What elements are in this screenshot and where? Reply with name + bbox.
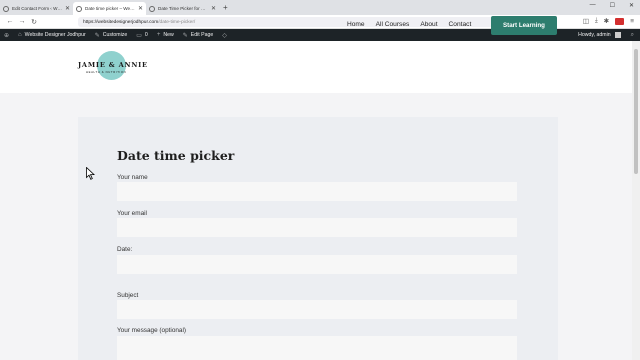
- browser-tab-strip: Edit Contact Form ‹ Website De ✕ Date ti…: [0, 0, 640, 15]
- tab-label: Date Time Picker for Contact F: [158, 6, 208, 11]
- tab-favicon-icon: [3, 5, 9, 12]
- extension-badge-icon[interactable]: [615, 17, 625, 25]
- maximize-icon[interactable]: ☐: [610, 2, 615, 9]
- browser-tab-3[interactable]: Date Time Picker for Contact F ✕: [146, 2, 219, 15]
- new-tab-button[interactable]: +: [223, 3, 228, 12]
- logo-name: JAMIE & ANNIE: [78, 61, 148, 69]
- close-window-icon[interactable]: ✕: [629, 2, 634, 9]
- reload-icon[interactable]: ↻: [28, 18, 40, 26]
- menu-item-about[interactable]: About: [420, 21, 437, 28]
- subject-label: Subject: [117, 292, 139, 299]
- admin-edit-page[interactable]: ✎ Edit Page: [183, 32, 214, 39]
- admin-customize[interactable]: ✎ Customize: [95, 32, 128, 39]
- menu-item-home[interactable]: Home: [347, 21, 365, 28]
- message-label: Your message (optional): [117, 327, 187, 334]
- admin-new[interactable]: + New: [157, 32, 174, 38]
- tab-favicon-icon: [76, 5, 82, 12]
- avatar: [614, 32, 621, 38]
- admin-comments[interactable]: ▭ 0: [136, 32, 148, 39]
- message-textarea[interactable]: [117, 336, 517, 360]
- admin-account[interactable]: Howdy, admin ⌕: [578, 29, 634, 41]
- plus-icon: +: [156, 32, 161, 38]
- browser-tab-2[interactable]: Date time picker – Website De ✕: [73, 2, 146, 15]
- window-controls: — ☐ ✕: [590, 2, 634, 9]
- home-icon: ⌂: [18, 32, 22, 38]
- pocket-icon[interactable]: ◫: [583, 17, 589, 25]
- menu-icon[interactable]: ≡: [630, 18, 634, 25]
- page-scrollbar[interactable]: [632, 41, 640, 360]
- name-input[interactable]: [117, 182, 517, 201]
- minimize-icon[interactable]: —: [590, 2, 596, 9]
- back-icon[interactable]: ←: [4, 18, 16, 25]
- menu-item-contact[interactable]: Contact: [449, 21, 472, 28]
- admin-diamond[interactable]: ◇: [222, 32, 227, 39]
- subject-input[interactable]: [117, 300, 517, 319]
- tab-label: Edit Contact Form ‹ Website De: [12, 6, 62, 11]
- name-label: Your name: [117, 174, 148, 181]
- tab-close-icon[interactable]: ✕: [138, 5, 143, 12]
- admin-site-name[interactable]: ⌂ Website Designer Jodhpur: [18, 32, 86, 38]
- url-host: https://websitedesignerjodhpur.com: [83, 19, 159, 25]
- tab-close-icon[interactable]: ✕: [65, 5, 70, 12]
- wp-logo-icon[interactable]: ⊕: [4, 32, 9, 39]
- site-header: JAMIE & ANNIE HEALTH & NUTRITION: [0, 41, 632, 93]
- url-path: /date-time-picker/: [158, 19, 196, 25]
- download-icon[interactable]: ⤓: [595, 17, 598, 25]
- email-input[interactable]: [117, 218, 517, 237]
- date-label: Date:: [117, 246, 133, 253]
- brush-icon: ✎: [94, 32, 100, 39]
- diamond-icon: ◇: [222, 32, 227, 39]
- howdy-text: Howdy, admin: [578, 32, 611, 38]
- extension-icon[interactable]: ✱: [604, 17, 609, 25]
- tab-close-icon[interactable]: ✕: [211, 5, 216, 12]
- site-logo[interactable]: JAMIE & ANNIE HEALTH & NUTRITION: [78, 50, 148, 84]
- pencil-icon: ✎: [182, 32, 188, 39]
- tab-label: Date time picker – Website De: [85, 6, 135, 11]
- browser-tab-1[interactable]: Edit Contact Form ‹ Website De ✕: [0, 2, 73, 15]
- start-learning-button[interactable]: Start Learning: [491, 16, 557, 35]
- logo-subtitle: HEALTH & NUTRITION: [86, 70, 127, 74]
- menu-item-all-courses[interactable]: All Courses: [376, 21, 410, 28]
- comment-icon: ▭: [136, 32, 142, 39]
- date-input[interactable]: [117, 255, 517, 274]
- page-title: Date time picker: [117, 148, 235, 163]
- tab-favicon-icon: [149, 5, 155, 12]
- toolbar-icons: ◫ ⤓ ✱ ≡: [583, 17, 634, 25]
- main-menu: Home All Courses About Contact: [347, 21, 482, 28]
- mouse-cursor-icon: [86, 167, 95, 180]
- search-icon[interactable]: ⌕: [631, 32, 634, 39]
- forward-icon[interactable]: →: [16, 18, 28, 25]
- scrollbar-thumb[interactable]: [634, 49, 638, 174]
- email-label: Your email: [117, 210, 147, 217]
